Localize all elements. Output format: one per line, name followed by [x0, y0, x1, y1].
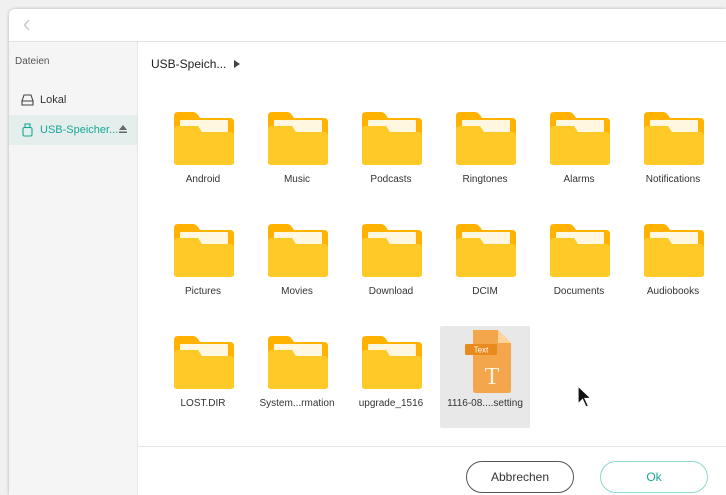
folder-icon: [171, 222, 237, 278]
file-name: System...rmation: [259, 398, 335, 409]
ok-button[interactable]: Ok: [600, 461, 708, 493]
folder-item[interactable]: Notifications: [628, 102, 718, 204]
file-name: Download: [368, 286, 414, 297]
cancel-button[interactable]: Abbrechen: [466, 461, 574, 493]
svg-text:T: T: [485, 364, 500, 390]
file-name: Audiobooks: [646, 286, 700, 297]
folder-item[interactable]: Podcasts: [346, 102, 436, 204]
file-item[interactable]: Text T 1116-08....setting: [440, 326, 530, 428]
folder-item[interactable]: Movies: [252, 214, 342, 316]
folder-icon: [547, 222, 613, 278]
folder-item[interactable]: upgrade_1516: [346, 326, 436, 428]
back-button[interactable]: [19, 16, 35, 34]
folder-item[interactable]: LOST.DIR: [158, 326, 248, 428]
folder-item[interactable]: Ringtones: [440, 102, 530, 204]
folder-icon: [547, 110, 613, 166]
file-name: Android: [185, 174, 221, 185]
usb-icon: [20, 123, 34, 137]
folder-item[interactable]: Alarms: [534, 102, 624, 204]
file-name: Ringtones: [462, 174, 508, 185]
folder-item[interactable]: Documents: [534, 214, 624, 316]
folder-item[interactable]: DCIM: [440, 214, 530, 316]
folder-icon: [171, 110, 237, 166]
file-name: Movies: [281, 286, 313, 297]
folder-item[interactable]: System...rmation: [252, 326, 342, 428]
sidebar-item-lokal[interactable]: Lokal: [9, 85, 137, 115]
folder-icon: [453, 222, 519, 278]
eject-icon[interactable]: [117, 123, 129, 135]
folder-icon: [359, 110, 425, 166]
file-name: Music: [283, 174, 311, 185]
folder-icon: [265, 334, 331, 390]
file-name: DCIM: [472, 286, 498, 297]
file-picker-dialog: Dateien Lokal USB-Speicher... USB-Speich…: [9, 9, 726, 495]
svg-text:Text: Text: [474, 346, 489, 355]
chevron-left-icon: [23, 19, 30, 31]
folder-item[interactable]: Audiobooks: [628, 214, 718, 316]
folder-item[interactable]: Android: [158, 102, 248, 204]
file-name: LOST.DIR: [180, 398, 226, 409]
file-browser: USB-Speich... Android Music Podcasts Ringto…: [138, 42, 726, 495]
breadcrumb[interactable]: USB-Speich...: [151, 57, 241, 71]
sidebar-item-label: USB-Speicher...: [40, 124, 119, 136]
folder-icon: [641, 222, 707, 278]
triangle-right-icon: [234, 60, 241, 68]
folder-icon: [171, 334, 237, 390]
file-name: Alarms: [563, 174, 595, 185]
folder-icon: [359, 222, 425, 278]
folder-item[interactable]: Download: [346, 214, 436, 316]
sidebar-item-label: Lokal: [40, 94, 67, 106]
folder-item[interactable]: Music: [252, 102, 342, 204]
file-name: Podcasts: [370, 174, 412, 185]
file-name: Pictures: [184, 286, 222, 297]
file-name: upgrade_1516: [358, 398, 424, 409]
breadcrumb-label: USB-Speich...: [151, 57, 227, 71]
dialog-footer: Abbrechen Ok: [138, 446, 726, 495]
text-file-icon: Text T: [453, 328, 519, 393]
mouse-pointer-icon: [577, 385, 593, 408]
folder-icon: [359, 334, 425, 390]
folder-item[interactable]: Pictures: [158, 214, 248, 316]
title-bar: [9, 9, 726, 42]
file-name: Notifications: [645, 174, 701, 185]
folder-icon: [265, 222, 331, 278]
drive-icon: [20, 93, 34, 107]
folder-icon: [641, 110, 707, 166]
folder-icon: [265, 110, 331, 166]
file-name: 1116-08....setting: [447, 398, 523, 409]
sidebar-item-usb[interactable]: USB-Speicher...: [9, 115, 137, 145]
sidebar-title: Dateien: [15, 56, 50, 67]
folder-icon: [453, 110, 519, 166]
file-name: Documents: [553, 286, 605, 297]
sidebar: Dateien Lokal USB-Speicher...: [9, 42, 138, 495]
